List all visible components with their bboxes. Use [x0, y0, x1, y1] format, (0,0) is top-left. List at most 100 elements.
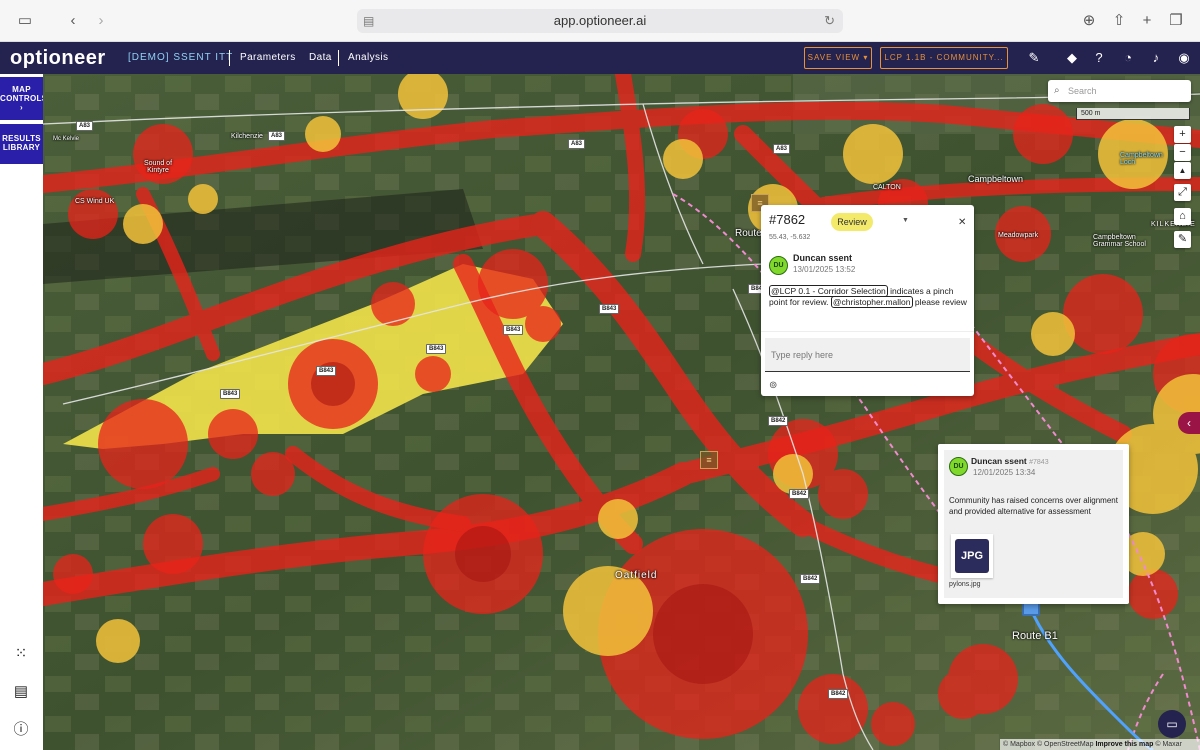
nav-separator	[338, 50, 339, 66]
user-icon[interactable]: ◉	[1175, 49, 1193, 67]
project-name[interactable]: [DEMO] SSENT ITT	[128, 52, 233, 63]
attribution-suffix: © Maxar	[1155, 741, 1182, 748]
reply-input[interactable]: Type reply here	[765, 338, 970, 372]
zoom-out-button[interactable]: −	[1174, 144, 1191, 161]
comment-author: Duncan ssent #7843	[971, 456, 1049, 466]
layers-icon[interactable]: ◆	[1063, 49, 1081, 67]
place-label: Campbeltown Loch	[1120, 152, 1163, 166]
comment-text: Community has raised concerns over align…	[949, 496, 1118, 516]
comment-text: please review	[912, 297, 967, 307]
nav-analysis[interactable]: Analysis	[348, 52, 388, 63]
comment-id: #7862	[769, 212, 806, 227]
comment-date: 13/01/2025 13:52	[793, 265, 856, 274]
nav-separator	[229, 50, 230, 66]
attachment-thumbnail[interactable]: JPG	[951, 534, 993, 578]
avatar: DU	[949, 457, 968, 476]
comment-body: @LCP 0.1 - Corridor Selection indicates …	[769, 285, 969, 308]
place-label: CALTON	[873, 184, 901, 191]
new-tab-icon[interactable]: +	[1138, 12, 1156, 30]
map-search-placeholder: Search	[1068, 86, 1097, 96]
mention-link[interactable]: @christopher.mallon	[830, 296, 913, 308]
status-badge[interactable]: Review	[831, 213, 873, 231]
road-label: A83	[773, 144, 791, 154]
nav-parameters[interactable]: Parameters	[240, 52, 296, 63]
place-label: Oatfield	[615, 570, 658, 581]
info-icon[interactable]: ⓘ	[11, 720, 31, 740]
chevron-left-icon[interactable]: ‹	[1178, 412, 1200, 434]
map-canvas[interactable]: Kilchenzie Sound of Kintyre CS Wind UK C…	[43, 74, 1200, 750]
tab-overview-icon[interactable]: ❐	[1167, 12, 1185, 30]
bell-icon[interactable]: ♪	[1147, 49, 1165, 67]
map-layer-svg	[43, 74, 1200, 750]
app-logo[interactable]: optioneer	[10, 47, 106, 70]
road-label: B842	[828, 689, 849, 699]
fullscreen-icon[interactable]: ⤢	[1174, 184, 1191, 201]
draw-icon[interactable]: ✎	[1174, 231, 1191, 248]
route-label: Route B1	[1012, 630, 1058, 642]
comment-date: 12/01/2025 13:34	[973, 468, 1036, 477]
close-icon[interactable]: ✕	[958, 217, 966, 228]
save-view-button[interactable]: SAVE VIEW ▾	[804, 47, 872, 69]
comment-author: Duncan ssent	[793, 253, 853, 263]
avatar: DU	[769, 256, 788, 275]
road-label: B843	[316, 366, 337, 376]
search-icon: ⌕	[1054, 85, 1060, 96]
improve-map-link[interactable]: Improve this map	[1095, 741, 1153, 748]
map-controls-button[interactable]: MAP CONTROLS ›	[0, 77, 47, 120]
grid-dots-icon[interactable]: ⁙	[11, 644, 31, 664]
url-bar[interactable]: ▤ app.optioneer.ai ↻	[357, 9, 843, 33]
road-label: A83	[268, 131, 286, 141]
attribution-prefix: © Mapbox © OpenStreetMap	[1003, 741, 1094, 748]
forward-icon[interactable]: ›	[92, 12, 110, 30]
place-label: Sound of Kintyre	[143, 160, 173, 174]
map-search-input[interactable]: ⌕ Search	[1048, 80, 1191, 102]
road-label: B843	[426, 344, 447, 354]
compass-icon[interactable]: ▲	[1174, 162, 1191, 179]
chevron-down-icon[interactable]: ▼	[902, 217, 909, 224]
road-label: B842	[768, 416, 789, 426]
comment-pin-icon[interactable]: ≡	[700, 451, 718, 469]
comment-author-name: Duncan ssent	[971, 456, 1027, 466]
divider	[761, 331, 974, 332]
attachment-icon[interactable]: ⊚	[769, 380, 777, 391]
place-label: Route	[735, 228, 762, 239]
speedometer-icon[interactable]: ◔	[1119, 49, 1137, 67]
download-icon[interactable]: ⊕	[1080, 12, 1098, 30]
place-label: Campbeltown Grammar School	[1093, 234, 1146, 248]
sidebar-toggle-icon[interactable]: ▭	[16, 12, 34, 30]
back-icon[interactable]: ‹	[64, 12, 82, 30]
place-label: Kilchenzie	[231, 133, 263, 140]
lcp-select-button[interactable]: LCP 1.1B - COMMUNITY... ▾	[880, 47, 1008, 82]
comment-card-body: DU Duncan ssent #7843 12/01/2025 13:34 C…	[944, 450, 1123, 598]
app-header: optioneer [DEMO] SSENT ITT Parameters Da…	[0, 42, 1200, 82]
page-icon: ▤	[363, 14, 375, 28]
place-label: Campbeltown	[968, 174, 1024, 184]
map-attribution: © Mapbox © OpenStreetMap Improve this ma…	[1000, 739, 1200, 750]
place-label: Mc Kelvie	[53, 136, 80, 142]
attachment-filename: pylons.jpg	[949, 581, 981, 588]
place-label: Meadowpark	[998, 232, 1039, 239]
comment-id: #7843	[1029, 459, 1049, 466]
home-icon[interactable]: ⌂	[1174, 208, 1191, 225]
jpg-file-icon: JPG	[955, 539, 989, 573]
share-icon[interactable]: ⇧	[1110, 12, 1128, 30]
help-icon[interactable]: ?	[1090, 49, 1108, 67]
edit-icon[interactable]: ✎	[1025, 49, 1043, 67]
comment-card[interactable]: DU Duncan ssent #7843 12/01/2025 13:34 C…	[938, 444, 1129, 604]
left-sidebar: MAP CONTROLS › RESULTS LIBRARY ⁙ ▤ ⓘ	[0, 74, 47, 750]
url-text: app.optioneer.ai	[553, 13, 647, 28]
zoom-in-button[interactable]: +	[1174, 126, 1191, 143]
road-label: B843	[503, 325, 524, 335]
comment-icon[interactable]: ▤	[11, 682, 31, 702]
road-label: B842	[789, 489, 810, 499]
road-label: B842	[800, 574, 821, 584]
comment-popup: #7862 55.43, -5.632 Review ▼ ✕ DU Duncan…	[761, 205, 974, 396]
road-label: A83	[76, 121, 94, 131]
reload-icon[interactable]: ↻	[824, 9, 835, 33]
road-label: B843	[599, 304, 620, 314]
nav-data[interactable]: Data	[309, 52, 332, 63]
road-label: B843	[220, 389, 241, 399]
chat-icon[interactable]: ▭	[1158, 710, 1186, 738]
results-library-button[interactable]: RESULTS LIBRARY	[0, 124, 43, 164]
chevron-right-icon: ›	[20, 103, 23, 112]
